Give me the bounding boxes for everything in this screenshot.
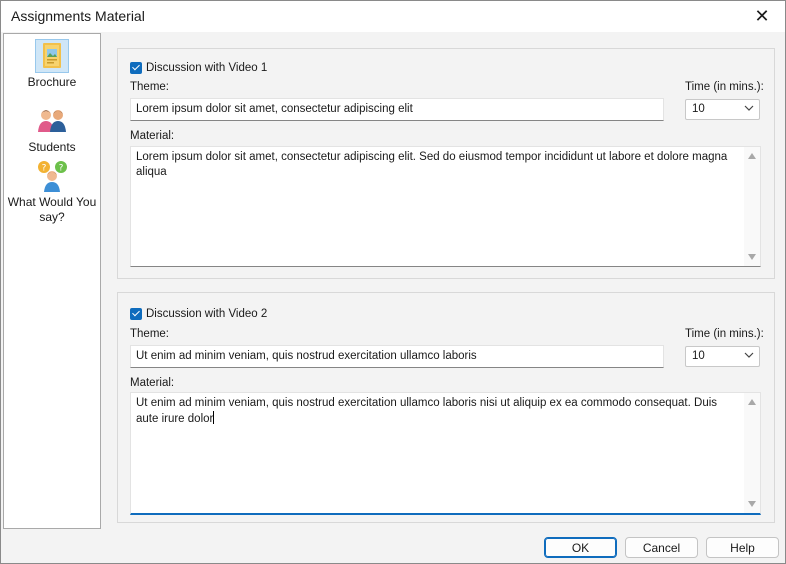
material-text: Ut enim ad minim veniam, quis nostrud ex… xyxy=(136,397,718,425)
material-textarea[interactable]: Lorem ipsum dolor sit amet, consectetur … xyxy=(130,146,761,267)
material-label: Material: xyxy=(130,130,175,142)
text-caret xyxy=(213,411,215,424)
vertical-scrollbar[interactable] xyxy=(744,393,760,513)
scroll-up-icon[interactable] xyxy=(748,399,756,405)
title-bar: Assignments Material ✕ xyxy=(1,1,785,32)
theme-input[interactable]: Ut enim ad minim veniam, quis nostrud ex… xyxy=(130,345,664,368)
chevron-down-icon xyxy=(744,103,754,116)
checkbox-label: Discussion with Video 1 xyxy=(146,62,268,74)
time-value: 10 xyxy=(692,350,705,362)
material-text-container: Ut enim ad minim veniam, quis nostrud ex… xyxy=(136,396,740,427)
dialog-window: Assignments Material ✕ Brochure Students… xyxy=(0,0,786,564)
checkbox-row[interactable]: Discussion with Video 1 xyxy=(130,62,267,74)
chevron-down-icon xyxy=(744,350,754,363)
time-label: Time (in mins.): xyxy=(685,81,764,93)
scroll-up-icon[interactable] xyxy=(748,153,756,159)
cancel-button[interactable]: Cancel xyxy=(625,537,698,558)
checkbox-row[interactable]: Discussion with Video 2 xyxy=(130,308,267,320)
sidebar-item-label: Students xyxy=(28,140,76,154)
theme-input[interactable]: Lorem ipsum dolor sit amet, consectetur … xyxy=(130,98,664,121)
sidebar-item-label: Brochure xyxy=(27,75,77,89)
time-value: 10 xyxy=(692,103,705,115)
ok-button[interactable]: OK xyxy=(544,537,617,558)
content-panel: Discussion with Video 1 Theme: Time (in … xyxy=(102,33,785,529)
students-icon xyxy=(35,104,69,138)
close-icon[interactable]: ✕ xyxy=(739,1,785,32)
window-title: Assignments Material xyxy=(11,8,145,24)
sidebar-item-brochure[interactable]: Brochure xyxy=(4,39,100,90)
scroll-down-icon[interactable] xyxy=(748,254,756,260)
video1-checkbox[interactable] xyxy=(130,62,142,74)
checkbox-label: Discussion with Video 2 xyxy=(146,308,268,320)
section-video-2: Discussion with Video 2 Theme: Time (in … xyxy=(117,292,775,523)
sidebar-item-label: What Would You say? xyxy=(7,195,97,224)
sidebar: Brochure Students ? ? What Would You say… xyxy=(3,33,101,529)
time-select[interactable]: 10 xyxy=(685,346,760,367)
video2-checkbox[interactable] xyxy=(130,308,142,320)
scroll-down-icon[interactable] xyxy=(748,501,756,507)
theme-label: Theme: xyxy=(130,81,169,93)
svg-text:?: ? xyxy=(42,164,47,174)
time-label: Time (in mins.): xyxy=(685,328,764,340)
vertical-scrollbar[interactable] xyxy=(744,147,760,266)
material-textarea[interactable]: Ut enim ad minim veniam, quis nostrud ex… xyxy=(130,392,761,515)
section-video-1: Discussion with Video 1 Theme: Time (in … xyxy=(117,48,775,279)
brochure-icon xyxy=(35,39,69,73)
svg-text:?: ? xyxy=(59,164,64,174)
material-label: Material: xyxy=(130,377,175,389)
sidebar-item-what-would-you-say[interactable]: ? ? What Would You say? xyxy=(4,159,100,225)
material-text: Lorem ipsum dolor sit amet, consectetur … xyxy=(136,151,728,178)
question-person-icon: ? ? xyxy=(35,159,69,193)
help-button[interactable]: Help xyxy=(706,537,779,558)
theme-label: Theme: xyxy=(130,328,169,340)
sidebar-item-students[interactable]: Students xyxy=(4,104,100,155)
button-bar: OK Cancel Help xyxy=(1,529,785,563)
time-select[interactable]: 10 xyxy=(685,99,760,120)
